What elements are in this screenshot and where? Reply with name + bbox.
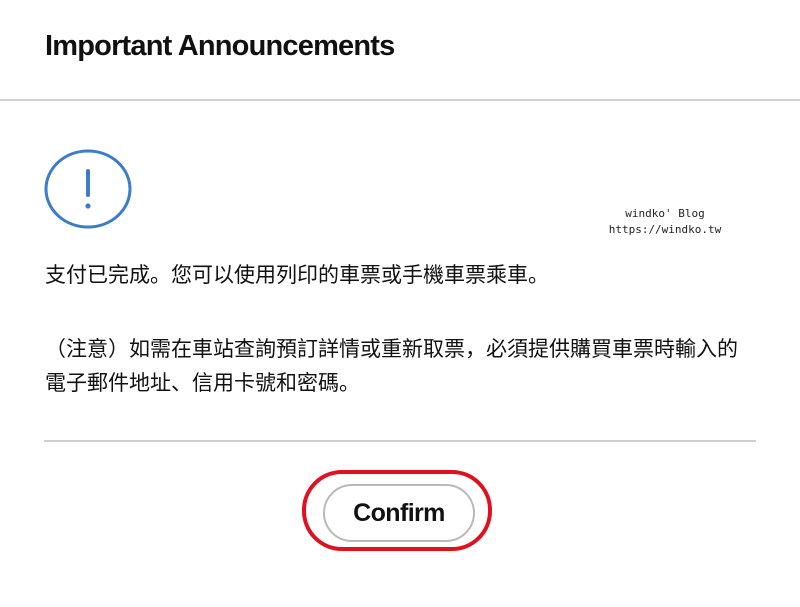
watermark-url: https://windko.tw [608, 223, 722, 236]
dialog-title: Important Announcements [45, 30, 395, 62]
notice-line: 電子郵件地址、信用卡號和密碼。 [45, 371, 360, 395]
exclamation-circle-icon [44, 149, 132, 229]
notice-line: （注意）如需在車站查詢預訂詳情或重新取票，必須提供購買車票時輸入的 [45, 337, 738, 361]
watermark-blog-name: windko' Blog [625, 207, 705, 220]
footer-divider [44, 440, 756, 442]
payment-complete-message: 支付已完成。您可以使用列印的車票或手機車票乘車。 [45, 263, 549, 287]
dialog-header: Important Announcements [0, 0, 800, 101]
confirm-button[interactable]: Confirm [323, 484, 475, 542]
announcement-dialog: Important Announcements windko' Blog htt… [0, 0, 800, 607]
notice-text: （注意）如需在車站查詢預訂詳情或重新取票，必須提供購買車票時輸入的 電子郵件地址… [45, 332, 765, 400]
blog-watermark: windko' Blog https://windko.tw [596, 206, 734, 238]
